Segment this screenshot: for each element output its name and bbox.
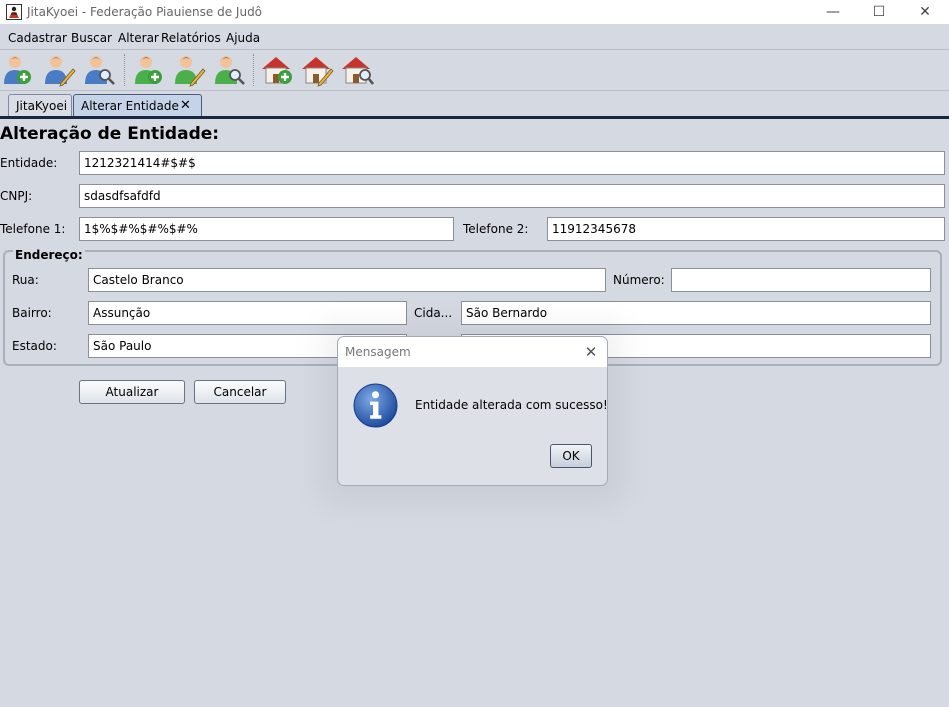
search-entity-icon[interactable]	[340, 53, 374, 87]
estado-label: Estado:	[12, 339, 57, 353]
cancelar-button[interactable]: Cancelar	[194, 380, 286, 404]
title-bar: JitaKyoei - Federação Piauiense de Judô …	[0, 0, 949, 24]
info-icon	[353, 383, 398, 428]
endereco-legend: Endereço:	[13, 248, 85, 262]
bairro-label: Bairro:	[12, 306, 52, 320]
entidade-label: Entidade:	[0, 156, 58, 170]
tab-alterar-entidade[interactable]: Alterar Entidade ✕	[73, 94, 202, 116]
menu-ajuda[interactable]: Ajuda	[226, 31, 260, 45]
add-athlete-icon[interactable]	[132, 53, 166, 87]
message-dialog: Mensagem ✕ Entidade alterada com sucesso…	[337, 336, 608, 486]
numero-input[interactable]	[671, 268, 931, 292]
toolbar-separator	[253, 54, 255, 86]
dialog-close-icon[interactable]: ✕	[581, 342, 601, 362]
telefone1-label: Telefone 1:	[0, 222, 66, 236]
search-user-icon[interactable]	[82, 53, 116, 87]
menu-alterar[interactable]: Alterar	[118, 31, 159, 45]
edit-athlete-icon[interactable]	[172, 53, 206, 87]
search-athlete-icon[interactable]	[212, 53, 246, 87]
ok-button[interactable]: OK	[550, 444, 592, 468]
numero-label: Número:	[613, 273, 665, 287]
cnpj-label: CNPJ:	[0, 189, 33, 203]
add-entity-icon[interactable]	[260, 53, 294, 87]
menu-relatorios[interactable]: Relatórios	[161, 31, 221, 45]
menu-bar: Cadastrar Buscar Alterar Relatórios Ajud…	[0, 28, 949, 48]
dialog-title: Mensagem	[345, 345, 411, 359]
telefone1-input[interactable]	[79, 217, 454, 241]
menu-buscar[interactable]: Buscar	[71, 31, 112, 45]
toolbar-divider	[0, 49, 949, 50]
rua-input[interactable]	[88, 268, 606, 292]
toolbar-separator	[124, 54, 126, 86]
telefone2-label: Telefone 2:	[463, 222, 529, 236]
minimize-button[interactable]: —	[810, 0, 856, 24]
page-title: Alteração de Entidade:	[0, 124, 220, 144]
edit-entity-icon[interactable]	[300, 53, 334, 87]
atualizar-button[interactable]: Atualizar	[79, 380, 185, 404]
dialog-message: Entidade alterada com sucesso!	[415, 398, 608, 412]
close-tab-icon[interactable]: ✕	[180, 98, 191, 113]
add-user-icon[interactable]	[1, 53, 35, 87]
cidade-label: Cida...	[414, 306, 453, 320]
menu-cadastrar[interactable]: Cadastrar	[8, 31, 67, 45]
close-window-button[interactable]: ✕	[902, 0, 948, 24]
telefone2-input[interactable]	[547, 217, 945, 241]
entidade-input[interactable]	[79, 151, 945, 175]
rua-label: Rua:	[12, 273, 39, 287]
app-icon	[6, 4, 22, 20]
tab-content-border	[0, 116, 949, 119]
edit-user-icon[interactable]	[42, 53, 76, 87]
tab-jitakyoei[interactable]: JitaKyoei	[8, 94, 72, 116]
tab-label: Alterar Entidade	[81, 99, 179, 113]
maximize-button[interactable]: ☐	[856, 0, 902, 24]
toolbar-bottom-divider	[0, 90, 949, 91]
window-title: JitaKyoei - Federação Piauiense de Judô	[27, 5, 263, 19]
cnpj-input[interactable]	[79, 184, 945, 208]
dialog-title-bar: Mensagem ✕	[338, 337, 607, 367]
tab-label: JitaKyoei	[16, 99, 68, 113]
